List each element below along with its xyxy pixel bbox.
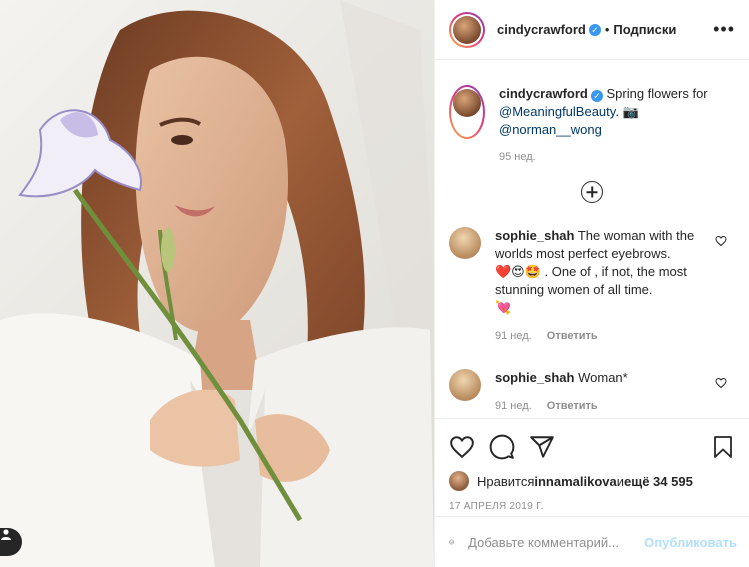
comment-item: sophie_shah Woman* 91 нед. Ответить — [449, 369, 735, 415]
comment-age[interactable]: 91 нед. — [495, 330, 532, 342]
likes-prefix: Нравится — [477, 473, 535, 489]
comment-age[interactable]: 91 нед. — [495, 400, 532, 412]
commenter-username[interactable]: sophie_shah — [495, 228, 574, 243]
caption-text-part: Spring flowers for — [606, 86, 708, 101]
caption-avatar — [453, 89, 481, 117]
caption-username[interactable]: cindycrawford — [499, 86, 588, 101]
liker-username[interactable]: innamalikova — [534, 474, 616, 489]
caption-age[interactable]: 95 нед. — [499, 151, 735, 163]
author-username[interactable]: cindycrawford — [497, 22, 586, 37]
comment-text: ❤️😍🤩 . One of , if not, the most stunnin… — [495, 264, 687, 297]
like-comment-heart-icon[interactable] — [715, 377, 727, 389]
like-comment-heart-icon[interactable] — [715, 235, 727, 247]
post-date[interactable]: 17 АПРЕЛЯ 2019 Г. — [449, 501, 735, 512]
reply-button[interactable]: Ответить — [547, 400, 598, 412]
author-avatar — [453, 15, 481, 44]
comment-bubble-icon[interactable] — [489, 434, 515, 460]
verified-icon: ✓ — [590, 90, 603, 102]
load-more-comments[interactable] — [449, 181, 735, 203]
caption-avatar-ring[interactable] — [449, 85, 485, 139]
commenter-avatar[interactable] — [449, 369, 481, 401]
publish-button[interactable]: Опубликовать — [644, 535, 737, 550]
caption-text: cindycrawford ✓ Spring flowers for @Meani… — [499, 85, 729, 139]
caption: cindycrawford ✓ Spring flowers for @Meani… — [449, 85, 735, 139]
following-button[interactable]: Подписки — [613, 22, 676, 37]
save-bookmark-icon[interactable] — [711, 434, 735, 460]
post-header: cindycrawford ✓ • Подписки ••• — [435, 0, 749, 60]
comments-list[interactable]: cindycrawford ✓ Spring flowers for @Meani… — [435, 61, 749, 417]
plus-circle-icon[interactable] — [581, 181, 603, 203]
more-options-icon[interactable]: ••• — [713, 19, 735, 40]
likes-middle: и — [616, 473, 625, 489]
liker-avatar[interactable] — [449, 471, 469, 491]
share-paper-plane-icon[interactable] — [529, 434, 555, 460]
mention-link[interactable]: @MeaningfulBeauty — [499, 104, 615, 119]
portrait-illustration — [0, 0, 434, 567]
comment-text: Woman* — [578, 370, 628, 385]
verified-icon: ✓ — [588, 23, 601, 36]
likes-count[interactable]: ещё 34 595 — [624, 474, 693, 489]
separator-dot: • — [604, 22, 610, 37]
comment-meta: 91 нед. Ответить — [495, 397, 705, 415]
post-photo[interactable] — [0, 0, 434, 567]
mention-link[interactable]: @norman__wong — [499, 122, 602, 137]
comment-meta: 91 нед. Ответить — [495, 327, 705, 345]
comment-body: sophie_shah Woman* 91 нед. Ответить — [495, 369, 705, 415]
user-icon — [1, 529, 11, 540]
reply-button[interactable]: Ответить — [547, 330, 598, 342]
commenter-username[interactable]: sophie_shah — [495, 370, 574, 385]
emoji-smiley-icon[interactable] — [449, 530, 454, 554]
post-panel: cindycrawford ✓ • Подписки ••• cindycraw… — [434, 0, 749, 567]
action-icons — [449, 427, 735, 467]
likes-summary[interactable]: Нравится innamalikova и ещё 34 595 — [449, 471, 735, 491]
comment-input[interactable] — [468, 534, 645, 550]
post-actions: Нравится innamalikova и ещё 34 595 17 АП… — [435, 418, 749, 530]
comment-item: sophie_shah The woman with the worlds mo… — [449, 227, 735, 345]
comment-text: 💘 — [495, 300, 512, 315]
add-comment-bar: Опубликовать — [435, 516, 749, 567]
caption-text-part: . 📷 — [615, 104, 639, 119]
comment-body: sophie_shah The woman with the worlds mo… — [495, 227, 705, 345]
commenter-avatar[interactable] — [449, 227, 481, 259]
author-avatar-ring[interactable] — [449, 11, 485, 48]
like-heart-icon[interactable] — [449, 434, 475, 460]
